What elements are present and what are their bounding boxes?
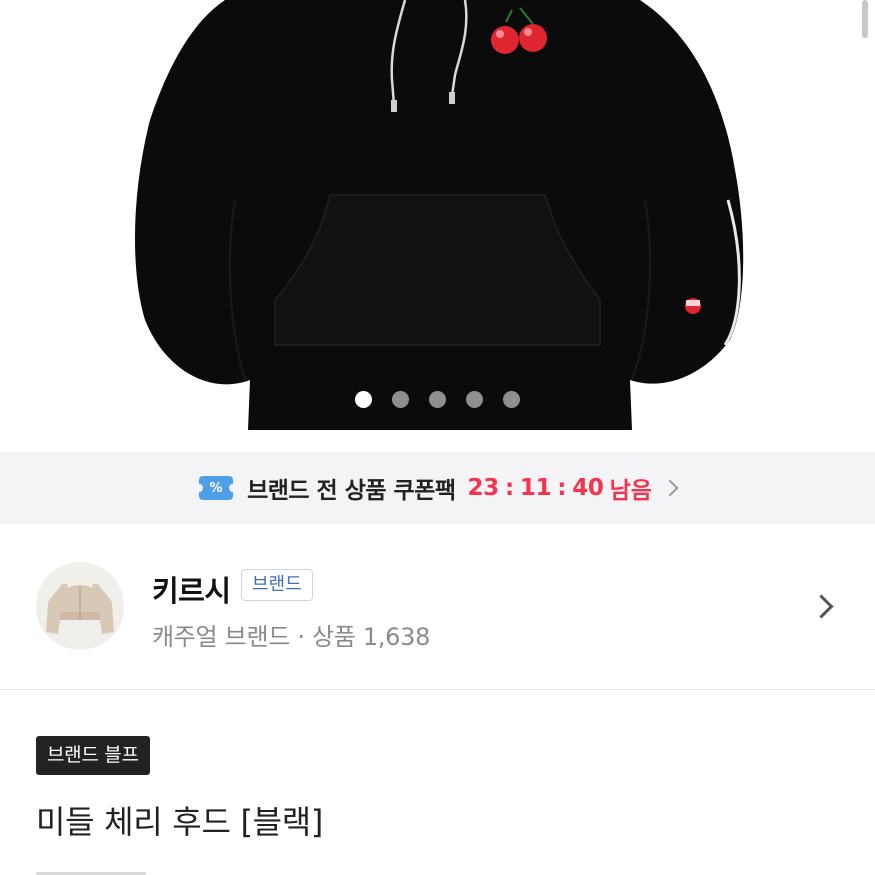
carousel-pagination	[0, 391, 875, 411]
product-title: 미들 체리 후드 [블랙]	[36, 803, 324, 841]
carousel-dot[interactable]	[503, 391, 520, 408]
carousel-dot[interactable]	[392, 391, 409, 408]
coupon-text: 브랜드 전 상품 쿠폰팩	[247, 478, 456, 504]
cut-off-price-text	[36, 866, 156, 875]
brand-avatar[interactable]	[36, 562, 124, 650]
brand-badge: 브랜드	[241, 569, 313, 601]
coupon-banner[interactable]: % 브랜드 전 상품 쿠폰팩 23:11:40 남음	[0, 452, 875, 524]
chevron-right-icon[interactable]	[809, 594, 834, 619]
timer-separator: :	[557, 475, 567, 501]
hoodie-product-image	[134, 0, 744, 430]
brand-row[interactable]: 키르시 브랜드 캐주얼 브랜드 · 상품 1,638	[0, 524, 875, 690]
coupon-icon-glyph: %	[209, 480, 223, 496]
coupon-countdown-timer: 23:11:40	[468, 475, 604, 501]
brand-name[interactable]: 키르시	[152, 568, 231, 610]
promo-tag: 브랜드 블프	[36, 736, 150, 775]
timer-hours: 23	[467, 475, 500, 501]
chevron-right-icon	[661, 479, 679, 497]
coupon-ticket-icon: %	[196, 476, 237, 500]
product-page: % 브랜드 전 상품 쿠폰팩 23:11:40 남음 키르시 브랜드 캐주얼 브…	[0, 0, 875, 875]
timer-separator: :	[504, 475, 514, 501]
jacket-thumbnail-icon	[46, 575, 114, 634]
coupon-remaining-label: 남음	[609, 478, 652, 504]
page-scrollbar[interactable]	[862, 0, 868, 38]
brand-meta: 캐주얼 브랜드 · 상품 1,638	[152, 623, 431, 651]
carousel-dot[interactable]	[429, 391, 446, 408]
timer-seconds: 40	[572, 475, 604, 501]
carousel-dot[interactable]	[355, 391, 372, 408]
timer-minutes: 11	[519, 475, 552, 501]
carousel-dot[interactable]	[466, 391, 483, 408]
product-image-carousel[interactable]	[0, 0, 875, 452]
